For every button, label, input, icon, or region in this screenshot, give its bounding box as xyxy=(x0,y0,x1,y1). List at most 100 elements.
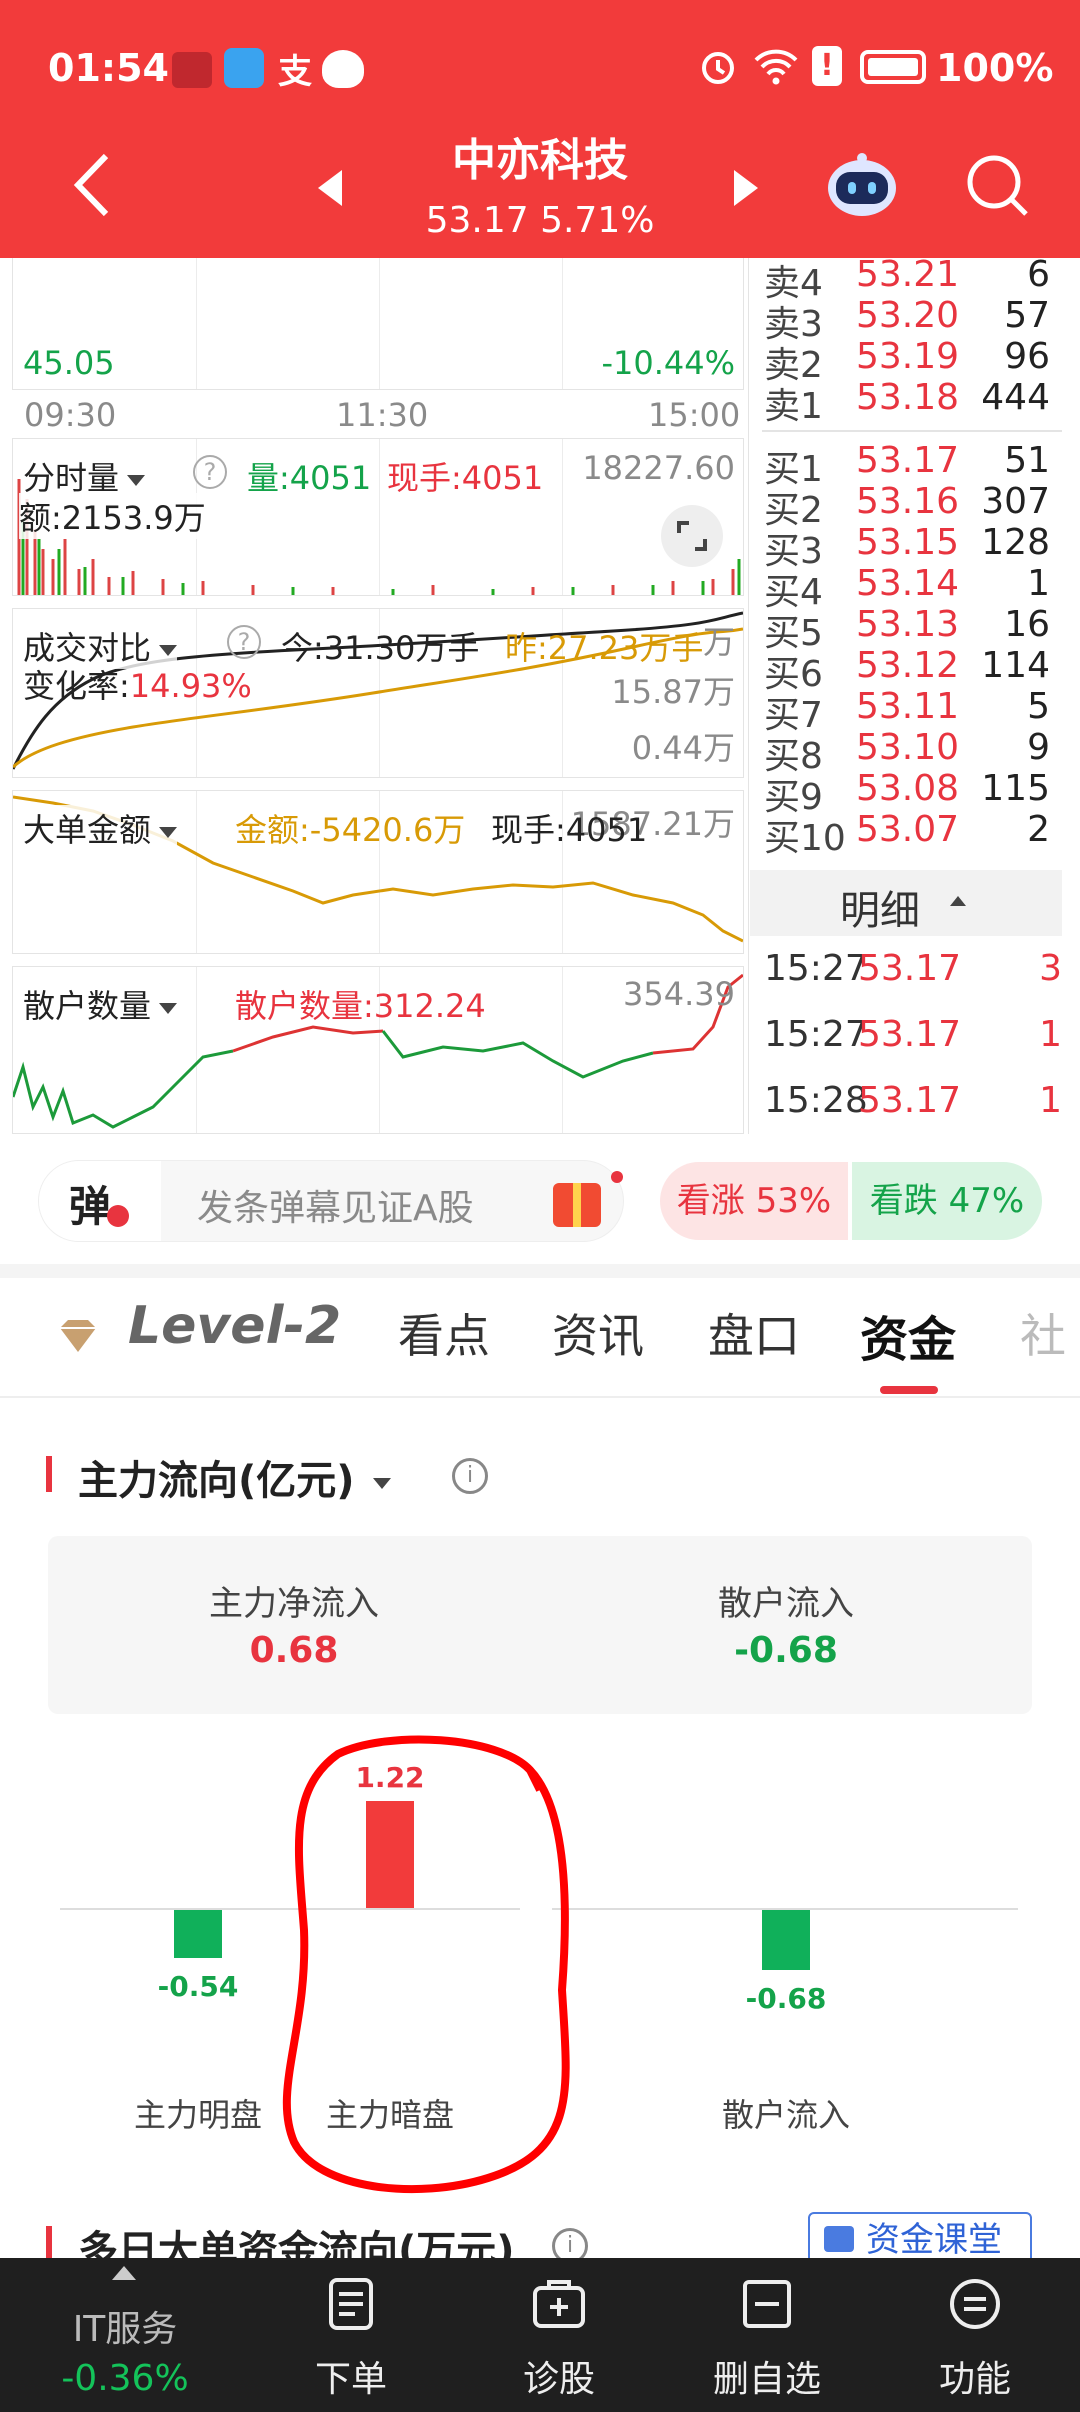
nav-diagnose[interactable]: 诊股 xyxy=(474,2258,644,2412)
search-icon[interactable] xyxy=(962,150,1032,220)
nav-order[interactable]: 下单 xyxy=(266,2258,436,2412)
alarm-icon xyxy=(698,46,738,86)
help-icon[interactable]: ? xyxy=(193,455,227,489)
info-icon[interactable]: i xyxy=(452,1458,488,1494)
trade-time: 15:28 xyxy=(764,1080,868,1121)
volume-axis-max: 18227.60 xyxy=(582,449,735,487)
bid-row[interactable]: 买4 53.14 1 xyxy=(762,563,1050,613)
remove-watchlist-icon xyxy=(743,2280,791,2328)
bid-volume: 114 xyxy=(981,645,1050,686)
hand-drawn-circle xyxy=(282,1735,570,2194)
bid-row[interactable]: 买5 53.13 16 xyxy=(762,604,1050,654)
tab-orderbook[interactable]: 盘口 xyxy=(708,1300,800,1366)
turnover-value: 14.93% xyxy=(129,667,252,705)
ask-price: 53.18 xyxy=(856,377,960,418)
bid-row[interactable]: 买8 53.10 9 xyxy=(762,727,1050,777)
fund-summary-card: 主力净流入 0.68 散户流入 -0.68 xyxy=(48,1536,1032,1714)
nav-functions[interactable]: 功能 xyxy=(890,2258,1060,2412)
detail-header[interactable]: 明细 xyxy=(750,870,1062,936)
time-axis-end: 15:00 xyxy=(648,396,741,434)
bid-price: 53.08 xyxy=(856,768,960,809)
diagnose-icon xyxy=(533,2280,585,2328)
trade-price: 53.17 xyxy=(858,948,962,989)
retail-count-panel[interactable]: 散户数量 散户数量:312.24 354.39 xyxy=(12,966,744,1134)
notification-icon xyxy=(172,52,212,88)
nav-remove-watchlist[interactable]: 删自选 xyxy=(682,2258,852,2412)
bearish-vote-button[interactable]: 看跌 47% xyxy=(852,1162,1042,1240)
tab-community[interactable]: 社 xyxy=(1020,1300,1066,1366)
alipay-icon: 支 xyxy=(278,52,312,92)
danmu-input[interactable]: 发条弹幕见证A股 xyxy=(197,1179,474,1231)
turnover-label: 变化率: xyxy=(23,667,130,705)
mascot-notification-icon xyxy=(322,50,364,88)
bid-row[interactable]: 买7 53.11 5 xyxy=(762,686,1050,736)
fullscreen-icon[interactable] xyxy=(661,505,723,567)
diamond-icon xyxy=(58,1318,98,1354)
bid-volume: 5 xyxy=(1027,686,1050,727)
time-axis-mid: 11:30 xyxy=(336,396,429,434)
price-low-label: 45.05 xyxy=(23,344,115,382)
gift-icon[interactable] xyxy=(553,1183,601,1227)
turnover-change: 变化率:14.93% xyxy=(23,661,252,707)
bid-row[interactable]: 买1 53.17 51 xyxy=(762,440,1050,490)
ask-price: 53.19 xyxy=(856,336,960,377)
compare-axis-low: 0.44万 xyxy=(631,729,735,767)
battery-icon xyxy=(860,50,926,84)
ask-volume: 444 xyxy=(981,377,1050,418)
bid-row[interactable]: 买9 53.08 115 xyxy=(762,768,1050,818)
bottom-nav: IT服务 -0.36% 下单 诊股 删自选 功能 xyxy=(0,2258,1080,2412)
bullish-vote-button[interactable]: 看涨 53% xyxy=(660,1162,848,1240)
trade-volume: 3 xyxy=(1039,948,1062,989)
big-order-tab-dropdown[interactable]: 大单金额 xyxy=(23,805,178,851)
tab-highlights[interactable]: 看点 xyxy=(398,1300,490,1366)
fund-flow-title[interactable]: 主力流向(亿元) xyxy=(78,1448,391,1506)
next-stock-icon[interactable] xyxy=(734,170,758,206)
ask-row[interactable]: 卖4 53.21 6 xyxy=(762,254,1050,304)
yesterday-volume: 昨:27.23万手 xyxy=(505,629,704,667)
tab-funds[interactable]: 资金 xyxy=(860,1300,956,1370)
ask-volume: 57 xyxy=(1004,295,1050,336)
volume-value: 量:4051 xyxy=(247,459,372,497)
ask-row[interactable]: 卖2 53.19 96 xyxy=(762,336,1050,386)
index-change: -0.36% xyxy=(61,2358,189,2399)
help-icon[interactable]: ? xyxy=(227,625,261,659)
volume-panel[interactable]: 分时量 ? 量:4051 现手:4051 18227.60 额:2153.9万 xyxy=(12,438,744,596)
bid-label: 买10 xyxy=(764,818,846,859)
nav-functions-label: 功能 xyxy=(938,2359,1011,2400)
trade-price: 53.17 xyxy=(858,1080,962,1121)
expand-up-icon xyxy=(112,2266,136,2280)
big-order-amount: 金额:-5420.6万 xyxy=(235,811,466,849)
ask-row[interactable]: 卖3 53.20 57 xyxy=(762,295,1050,345)
trade-row: 15:27 53.17 1 xyxy=(762,1014,1062,1055)
main-net-label: 主力净流入 xyxy=(209,1584,379,1624)
retail-inflow-value: -0.68 xyxy=(734,1630,838,1671)
robot-assistant-icon[interactable] xyxy=(822,150,902,220)
bar-value-label: -0.68 xyxy=(745,1981,827,2015)
today-volume: 今:31.30万手 xyxy=(281,629,480,667)
danmu-icon[interactable]: 弹 xyxy=(69,1173,111,1234)
bid-row[interactable]: 买10 53.07 2 xyxy=(762,809,1050,859)
retail-tab-dropdown[interactable]: 散户数量 xyxy=(23,981,178,1027)
price-low-pct: -10.44% xyxy=(601,344,735,382)
ask-row[interactable]: 卖1 53.18 444 xyxy=(762,377,1050,427)
bid-price: 53.10 xyxy=(856,727,960,768)
volume-compare-panel[interactable]: 成交对比 ? 今:31.30万手 昨:27.23万手 万 变化率:14.93% … xyxy=(12,608,744,778)
ask-volume: 6 xyxy=(1027,254,1050,295)
trade-time: 15:27 xyxy=(764,948,868,989)
tab-news[interactable]: 资讯 xyxy=(552,1300,644,1366)
back-icon[interactable] xyxy=(70,150,114,220)
level2-tab[interactable]: Level-2 xyxy=(128,1296,341,1356)
price-chart[interactable]: 45.05 -10.44% xyxy=(12,258,744,390)
big-order-panel[interactable]: 大单金额 金额:-5420.6万 1587.21万 现手:4051 xyxy=(12,790,744,954)
bid-price: 53.14 xyxy=(856,563,960,604)
bid-row[interactable]: 买6 53.12 114 xyxy=(762,645,1050,695)
bid-row[interactable]: 买2 53.16 307 xyxy=(762,481,1050,531)
index-ticker[interactable]: IT服务 -0.36% xyxy=(0,2258,250,2412)
bid-row[interactable]: 买3 53.15 128 xyxy=(762,522,1050,572)
trade-row: 15:28 53.17 1 xyxy=(762,1080,1062,1121)
index-name: IT服务 xyxy=(72,2309,178,2350)
ask-price: 53.20 xyxy=(856,295,960,336)
danmu-bar[interactable]: 弹 发条弹幕见证A股 xyxy=(38,1160,624,1242)
prev-stock-icon[interactable] xyxy=(318,170,342,206)
bid-price: 53.11 xyxy=(856,686,960,727)
